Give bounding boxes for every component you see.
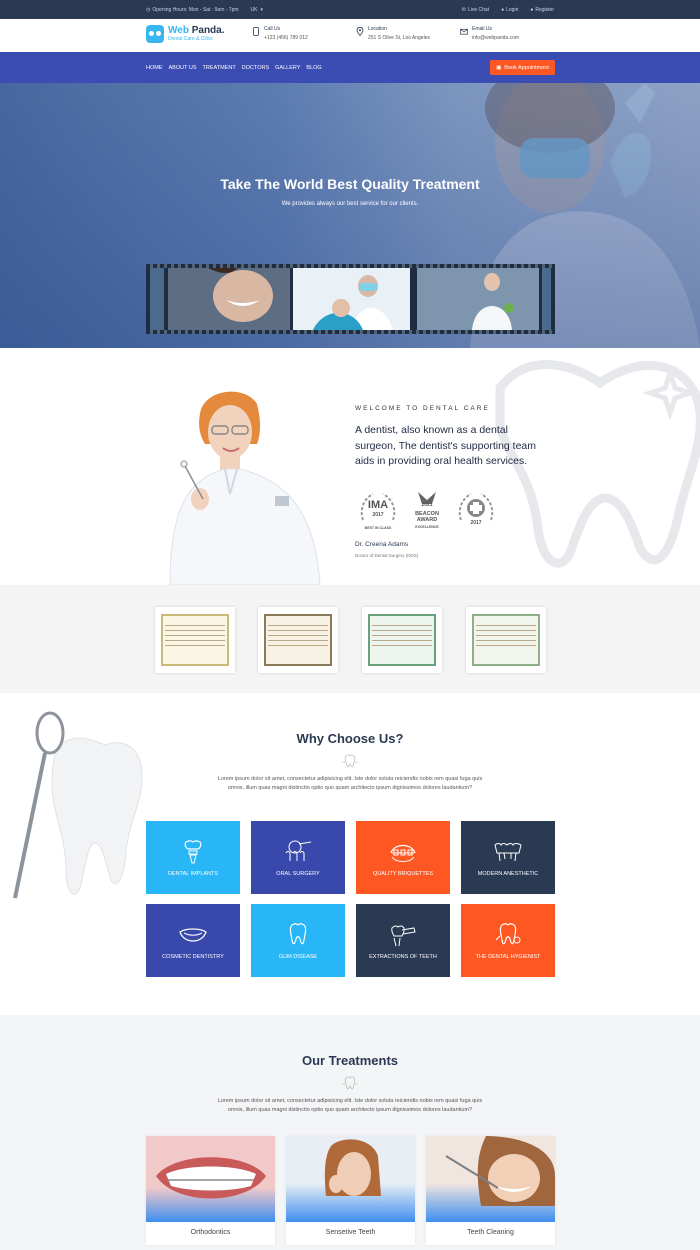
hero-title: Take The World Best Quality Treatment [220, 176, 480, 192]
nav-gallery[interactable]: GALLERY [275, 65, 300, 71]
envelope-icon [460, 28, 468, 35]
hero-subtitle: We provides always our best service for … [281, 201, 419, 207]
logo-name-second: Panda. [188, 24, 225, 36]
language-select[interactable]: UK ▾ [251, 7, 263, 13]
chat-icon: ✉ [461, 6, 466, 13]
user-icon: ● [530, 6, 534, 13]
service-card-oral-surgery[interactable]: ORAL SURGERY [251, 821, 345, 894]
tooth-divider-icon [342, 754, 358, 768]
certificate-1[interactable] [155, 607, 235, 673]
lock-icon: ● [501, 6, 505, 13]
opening-hours: ◷ Opening Hours: Mon - Sat : 9am - 7pm [146, 6, 239, 13]
phone-icon [253, 27, 259, 36]
film-frame-edge-right [542, 268, 551, 330]
service-card-dental-hygienist[interactable]: THE DENTAL HYGIENIST [461, 904, 555, 977]
service-card-cosmetic-dentistry[interactable]: COSMETIC DENTISTRY [146, 904, 240, 977]
welcome-lead: A dentist, also known as a dental surgeo… [355, 424, 537, 467]
film-frame-smile[interactable] [168, 268, 290, 330]
why-choose-section: Why Choose Us? Lorem ipsum dolor sit ame… [0, 693, 700, 1015]
doctor-name: Dr. Creena Adams [355, 541, 409, 548]
live-chat-link[interactable]: ✉ Live Chat [462, 7, 489, 13]
service-card-quality-briquettes[interactable]: QUALITY BRIQUETTES [356, 821, 450, 894]
teeth-row-icon [494, 842, 522, 861]
call-value[interactable]: +123 (456) 789 012 [264, 35, 308, 41]
extraction-icon [391, 925, 416, 946]
teeth-cleaning-photo [426, 1136, 555, 1222]
top-bar: ◷ Opening Hours: Mon - Sat : 9am - 7pm U… [0, 0, 700, 19]
nav-home[interactable]: HOME [146, 65, 163, 71]
call-label: Call Us [264, 26, 281, 32]
treatments-title: Our Treatments [301, 1053, 399, 1068]
treatment-card-orthodontics[interactable]: Orthodontics [146, 1136, 275, 1245]
certificate-3[interactable] [362, 607, 442, 673]
contact-call: Call Us +123 (456) 789 012 [252, 26, 308, 41]
film-frame-edge-left [150, 268, 164, 330]
hygienist-icon [495, 922, 521, 944]
service-card-modern-anesthetic[interactable]: MODERN ANESTHETIC [461, 821, 555, 894]
service-card-dental-implants[interactable]: DENTAL IMPLANTS [146, 821, 240, 894]
contact-email: Email Us info@webpanda.com [460, 26, 519, 41]
nav-about-us[interactable]: ABOUT US [169, 65, 197, 71]
treatments-section: Our Treatments Lorem ipsum dolor sit ame… [0, 1015, 700, 1250]
why-intro: Lorem ipsum dolor sit amet, consectetur … [217, 776, 483, 791]
doctor-photo [169, 391, 321, 585]
site-header: Web Panda. Dental Care & Clinic Call Us … [0, 19, 700, 52]
main-nav: HOME ABOUT US TREATMENT DOCTORS GALLERY … [0, 52, 700, 83]
welcome-kicker: WELCOME TO DENTAL CARE [355, 405, 490, 412]
treatments-intro: Lorem ipsum dolor sit amet, consectetur … [217, 1098, 483, 1113]
login-link[interactable]: ● Login [501, 7, 518, 13]
service-card-extractions[interactable]: EXTRACTIONS OF TEETH [356, 904, 450, 977]
nav-treatment[interactable]: TREATMENT [203, 65, 236, 71]
braces-icon [390, 844, 416, 862]
email-value[interactable]: info@webpanda.com [472, 35, 519, 41]
panda-logo-icon [146, 25, 164, 43]
why-title: Why Choose Us? [296, 731, 404, 746]
dental-implant-icon [184, 839, 202, 863]
award-beacon-badge: 2021 BEACON AWARD EXCELLENCE [404, 490, 450, 536]
certificates-strip [0, 585, 700, 693]
map-pin-icon [356, 27, 364, 36]
chevron-down-icon: ▾ [260, 6, 263, 13]
award-cross-badge: 2017 [453, 490, 499, 536]
logo-tagline: Dental Care & Clinic [168, 35, 214, 42]
oral-surgery-icon [285, 840, 312, 861]
nav-blog[interactable]: BLOG [306, 65, 321, 71]
treatment-card-teeth-cleaning[interactable]: Teeth Cleaning [426, 1136, 555, 1245]
doctor-role: Doctor of Dental Surgery (DDS) [355, 553, 419, 558]
treatment-card-sensitive-teeth[interactable]: Sensetive Teeth [286, 1136, 415, 1245]
calendar-icon: ▣ [496, 64, 502, 71]
certificate-4[interactable] [466, 607, 546, 673]
tooth-icon [289, 922, 307, 944]
logo-name-first: Web [168, 24, 189, 36]
awards-row: IMA 2017 BEST IN CLASS 2021 BEACON AWARD… [355, 490, 502, 536]
nav-doctors[interactable]: DOCTORS [242, 65, 269, 71]
film-frame-doctor[interactable] [417, 268, 539, 330]
tooth-divider-icon [342, 1076, 358, 1090]
film-frame-dental-chair[interactable] [293, 268, 410, 330]
orthodontics-photo [146, 1136, 275, 1222]
smile-icon [179, 927, 207, 942]
hero-filmstrip[interactable] [146, 264, 555, 334]
book-appointment-button[interactable]: ▣ Book Appointment [490, 60, 555, 75]
location-label: Location [368, 26, 387, 32]
service-card-gum-disease[interactable]: GUM DISEASE [251, 904, 345, 977]
certificate-2[interactable] [258, 607, 338, 673]
site-logo[interactable]: Web Panda. Dental Care & Clinic [146, 25, 225, 43]
contact-location: Location 251 S Olive St, Los Angeles [356, 26, 430, 41]
register-link[interactable]: ● Register [530, 7, 554, 13]
hero-banner: Take The World Best Quality Treatment We… [0, 83, 700, 348]
email-label: Email Us [472, 26, 493, 32]
award-ima-badge: IMA 2017 BEST IN CLASS [355, 490, 401, 536]
welcome-section: WELCOME TO DENTAL CARE A dentist, also k… [0, 348, 700, 585]
sensitive-teeth-photo [286, 1136, 415, 1222]
clock-icon: ◷ [146, 6, 151, 13]
location-value: 251 S Olive St, Los Angeles [368, 35, 430, 41]
